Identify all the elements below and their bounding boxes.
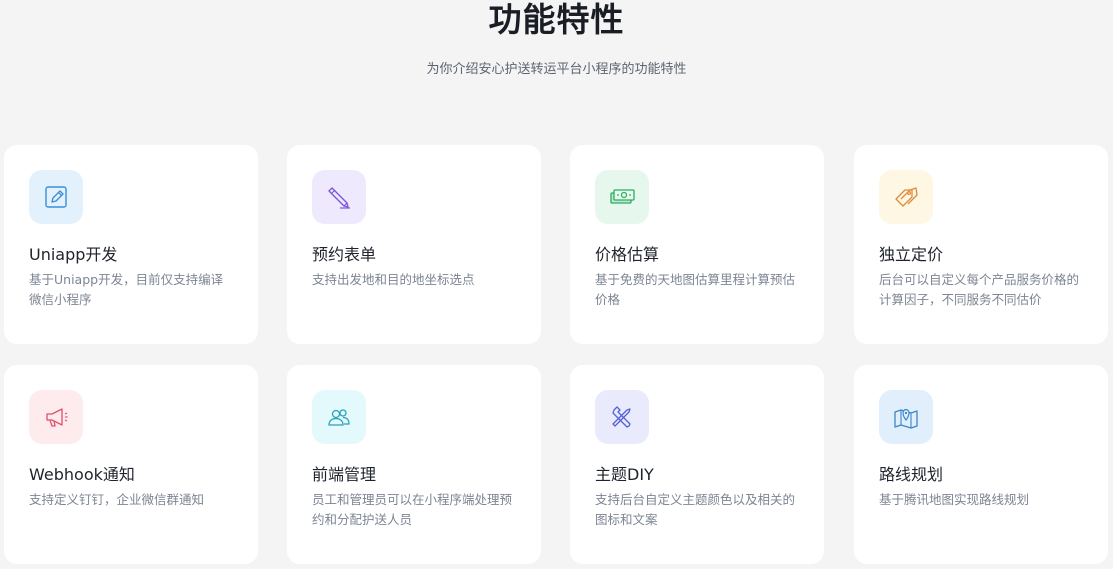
feature-title: Webhook通知 xyxy=(29,465,135,484)
feature-card-uniapp: Uniapp开发 基于Uniapp开发，目前仅支持编译微信小程序 xyxy=(4,145,258,344)
feature-card-price-estimate: 价格估算 基于免费的天地图估算里程计算预估价格 xyxy=(570,145,824,344)
tools-icon xyxy=(612,406,631,428)
feature-card-booking-form: 预约表单 支持出发地和目的地坐标选点 xyxy=(287,145,541,344)
feature-description: 基于Uniapp开发，目前仅支持编译微信小程序 xyxy=(29,272,224,307)
pencil-icon xyxy=(328,187,350,209)
feature-title: Uniapp开发 xyxy=(29,245,118,264)
feature-icon-box xyxy=(879,170,933,224)
feature-icon-box xyxy=(312,170,366,224)
feature-description: 支持后台自定义主题颜色以及相关的图标和文案 xyxy=(595,492,796,527)
feature-card-frontend-management: 前端管理 员工和管理员可以在小程序端处理预约和分配护送人员 xyxy=(287,365,541,564)
map-icon xyxy=(894,408,918,429)
feature-icon-box xyxy=(879,390,933,444)
feature-title: 价格估算 xyxy=(595,245,660,264)
feature-icon-box xyxy=(29,170,83,224)
feature-card-webhook: Webhook通知 支持定义钉钉，企业微信群通知 xyxy=(4,365,258,564)
feature-title: 主题DIY xyxy=(595,465,654,484)
page-subtitle: 为你介绍安心护送转运平台小程序的功能特性 xyxy=(426,62,687,77)
feature-title: 路线规划 xyxy=(879,465,944,484)
feature-icon-box xyxy=(29,390,83,444)
feature-description: 员工和管理员可以在小程序端处理预约和分配护送人员 xyxy=(312,492,513,527)
feature-title: 预约表单 xyxy=(312,245,377,264)
feature-icon-box xyxy=(595,390,649,444)
feature-title: 前端管理 xyxy=(312,465,377,484)
feature-title: 独立定价 xyxy=(879,245,944,264)
feature-icon-box xyxy=(595,170,649,224)
megaphone-icon xyxy=(46,408,68,427)
feature-description: 支持出发地和目的地坐标选点 xyxy=(312,272,475,287)
users-icon xyxy=(328,409,350,426)
feature-icon-box xyxy=(312,390,366,444)
feature-description: 支持定义钉钉，企业微信群通知 xyxy=(29,492,205,507)
feature-description: 基于免费的天地图估算里程计算预估价格 xyxy=(595,272,796,307)
price-tag-icon xyxy=(895,187,918,207)
feature-card-theme-diy: 主题DIY 支持后台自定义主题颜色以及相关的图标和文案 xyxy=(570,365,824,564)
page-title: 功能特性 xyxy=(488,0,625,39)
edit-icon xyxy=(45,186,67,208)
money-icon xyxy=(610,189,635,204)
feature-description: 基于腾讯地图实现路线规划 xyxy=(879,492,1030,507)
feature-card-route-planning: 路线规划 基于腾讯地图实现路线规划 xyxy=(854,365,1108,564)
feature-card-independent-pricing: 独立定价 后台可以自定义每个产品服务价格的计算因子，不同服务不同估价 xyxy=(854,145,1108,344)
feature-description: 后台可以自定义每个产品服务价格的计算因子，不同服务不同估价 xyxy=(879,272,1080,307)
